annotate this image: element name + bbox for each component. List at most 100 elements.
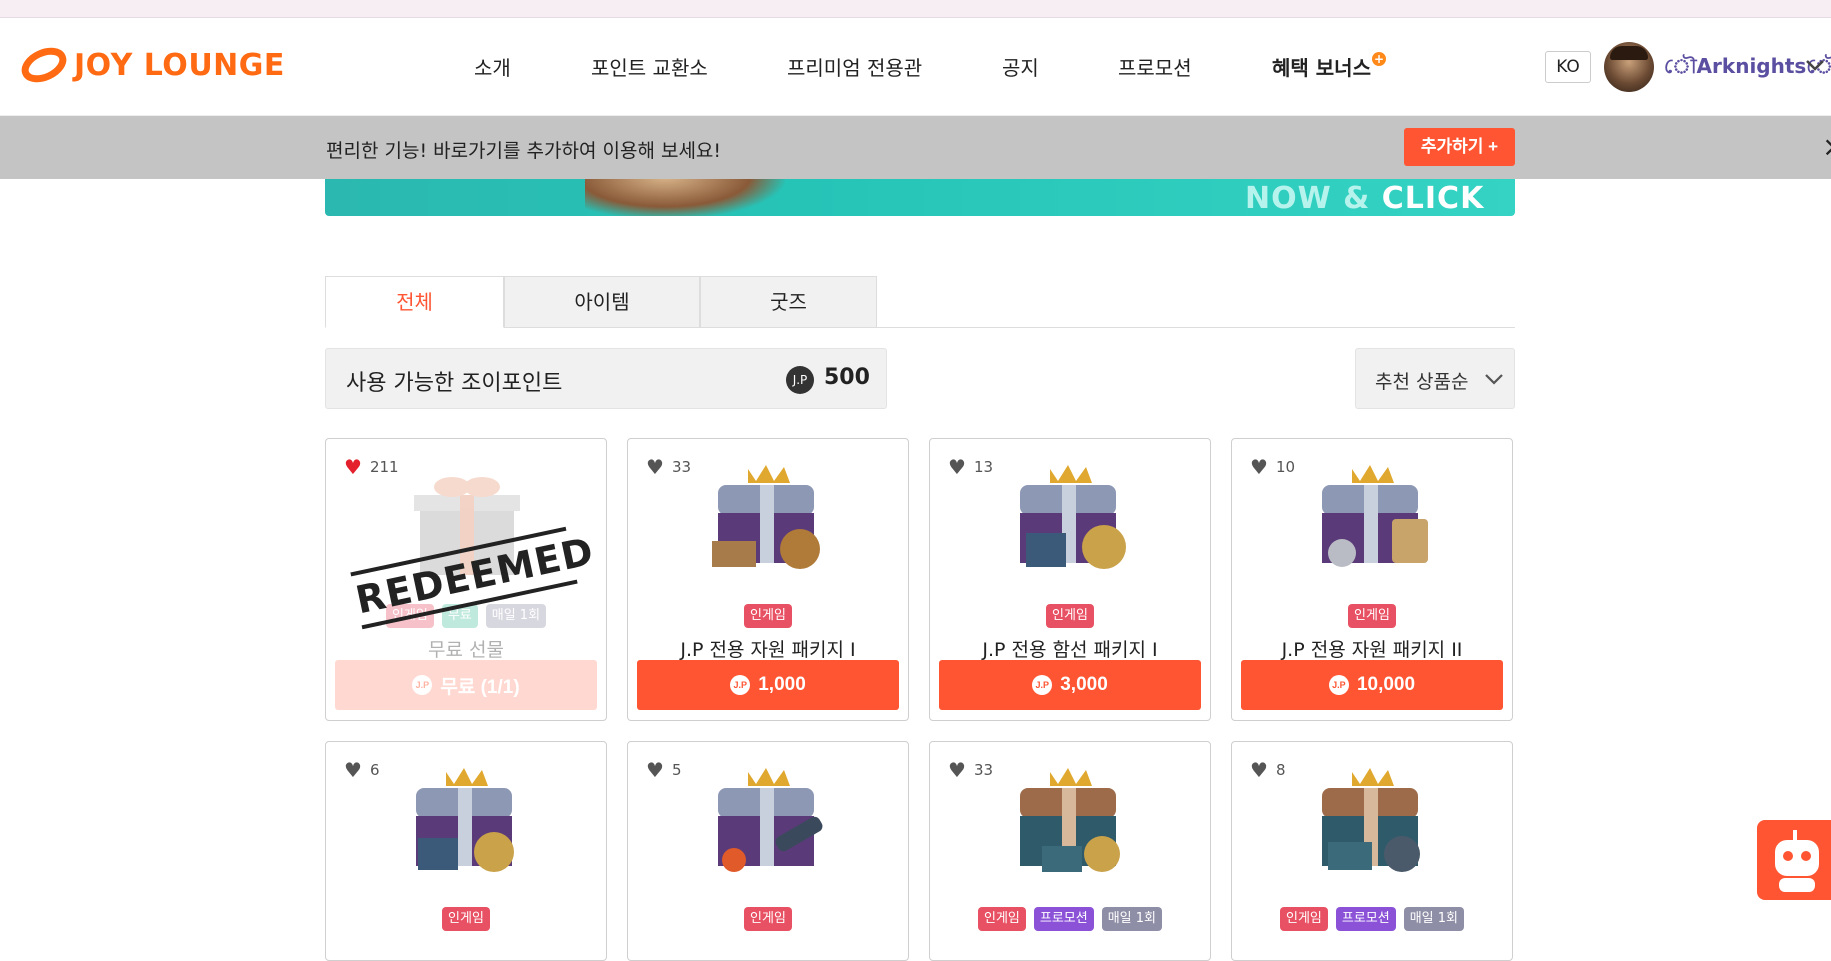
- tag-promotion: 프로모션: [1335, 907, 1396, 931]
- heart-icon: ♥: [1250, 758, 1268, 782]
- jp-coin-icon: J.P: [786, 366, 814, 394]
- product-card[interactable]: ♥ 13 인게임 J.P 전용 함선 패키지 I J.P 3,000: [929, 438, 1211, 721]
- product-name: J.P 전용 자원 패키지 I: [680, 639, 856, 661]
- like-count: 10: [1275, 458, 1296, 476]
- product-card[interactable]: ♥ 10 인게임 J.P 전용 자원 패키지 II J.P 10,000: [1231, 438, 1513, 721]
- tag-ingame: 인게임: [1046, 604, 1094, 628]
- like-button[interactable]: ♥ 6: [344, 760, 379, 780]
- like-button[interactable]: ♥ 5: [646, 760, 681, 780]
- tag-ingame: 인게임: [744, 604, 792, 628]
- product-tags: 인게임: [326, 907, 606, 931]
- category-tabs: 전체 아이템 굿즈: [325, 276, 877, 328]
- nav-premium[interactable]: 프리미엄 전용관: [787, 52, 922, 81]
- like-button[interactable]: ♥ 13: [948, 457, 993, 477]
- nav-promotion[interactable]: 프로모션: [1118, 52, 1192, 81]
- like-count: 33: [671, 458, 692, 476]
- redeem-button[interactable]: J.P 무료 (1/1): [335, 660, 597, 710]
- bonus-plus-icon: +: [1371, 52, 1386, 66]
- tag-daily: 매일 1회: [485, 604, 547, 628]
- product-card[interactable]: ♥ 5 인게임: [627, 741, 909, 961]
- heart-icon: ♥: [948, 455, 966, 479]
- hero-text-light: NOW &: [1245, 181, 1382, 216]
- nav-point-exchange[interactable]: 포인트 교환소: [591, 52, 708, 81]
- tab-divider: [875, 327, 1515, 328]
- hero-text: NOW & CLICK: [1245, 181, 1484, 216]
- product-tags: 인게임: [1232, 604, 1512, 628]
- add-shortcut-button[interactable]: 추가하기 +: [1404, 128, 1515, 166]
- like-count: 6: [369, 761, 380, 779]
- product-name: 무료 선물: [428, 639, 504, 661]
- jp-coin-icon: J.P: [1328, 675, 1349, 695]
- product-tags: 인게임 프로모션 매일 1회: [1232, 907, 1512, 931]
- price-label: 3,000: [1060, 674, 1108, 695]
- like-button[interactable]: ♥ 8: [1250, 760, 1285, 780]
- sort-dropdown[interactable]: 추천 상품순: [1355, 348, 1515, 409]
- heart-icon: ♥: [646, 758, 664, 782]
- product-card[interactable]: ♥ 211 인게임 무료 매일 1회 무료 선물 REDEEMED J.P 무료…: [325, 438, 607, 721]
- heart-icon: ♥: [344, 758, 362, 782]
- hero-banner[interactable]: NOW & CLICK: [325, 179, 1515, 216]
- heart-icon: ♥: [948, 758, 966, 782]
- logo-text: JOY LOUNGE: [74, 47, 285, 83]
- nav-intro[interactable]: 소개: [474, 52, 511, 81]
- tag-ingame: 인게임: [977, 907, 1026, 931]
- product-card[interactable]: ♥ 6 인게임: [325, 741, 607, 961]
- nav-bonus[interactable]: 혜택 보너스 +: [1272, 52, 1386, 81]
- sort-label: 추천 상품순: [1375, 371, 1469, 393]
- product-name: J.P 전용 자원 패키지 II: [1281, 639, 1463, 661]
- treasure-chest-image: [1020, 768, 1120, 872]
- treasure-chest-image: [712, 465, 820, 569]
- points-value: 500: [824, 365, 870, 390]
- treasure-chest-image: [1322, 768, 1420, 872]
- heart-icon: ♥: [646, 455, 664, 479]
- nav-bonus-label: 혜택 보너스: [1272, 56, 1371, 80]
- nav-notice[interactable]: 공지: [1002, 52, 1039, 81]
- chevron-down-icon: [1485, 374, 1503, 385]
- tag-daily: 매일 1회: [1403, 907, 1465, 931]
- hero-text-bold: CLICK: [1381, 181, 1485, 216]
- heart-icon: ♥: [1250, 455, 1268, 479]
- buy-button[interactable]: J.P 3,000: [939, 660, 1201, 710]
- chatbot-button[interactable]: [1757, 820, 1831, 900]
- like-button[interactable]: ♥ 10: [1250, 457, 1295, 477]
- tag-daily: 매일 1회: [1101, 907, 1163, 931]
- robot-icon: [1775, 830, 1819, 892]
- like-count: 211: [369, 458, 399, 476]
- joy-lounge-logo[interactable]: JOY LOUNGE: [20, 46, 285, 84]
- chevron-down-icon[interactable]: [1805, 58, 1825, 72]
- buy-button[interactable]: J.P 10,000: [1241, 660, 1503, 710]
- site-header: JOY LOUNGE 소개 포인트 교환소 프리미엄 전용관 공지 프로모션 혜…: [0, 18, 1831, 116]
- like-count: 33: [973, 761, 994, 779]
- jp-coin-icon: J.P: [1032, 675, 1053, 695]
- avatar[interactable]: [1604, 42, 1654, 92]
- tab-goods[interactable]: 굿즈: [700, 276, 877, 328]
- price-label: 무료 (1/1): [440, 676, 520, 698]
- tag-promotion: 프로모션: [1033, 907, 1094, 931]
- tag-ingame: 인게임: [1279, 907, 1328, 931]
- browser-strip: [0, 0, 1831, 18]
- treasure-chest-image: [1020, 465, 1126, 569]
- tag-ingame: 인게임: [744, 907, 792, 931]
- treasure-chest-image: [718, 768, 823, 872]
- tab-all[interactable]: 전체: [325, 276, 504, 328]
- product-tags: 인게임 프로모션 매일 1회: [930, 907, 1210, 931]
- heart-icon: ♥: [344, 455, 362, 479]
- like-button[interactable]: ♥ 211: [344, 457, 399, 477]
- points-label: 사용 가능한 조이포인트: [346, 371, 563, 396]
- close-icon[interactable]: ×: [1822, 132, 1831, 162]
- jp-coin-icon: J.P: [412, 675, 433, 695]
- product-card[interactable]: ♥ 8 인게임 프로모션 매일 1회: [1231, 741, 1513, 961]
- tab-items[interactable]: 아이템: [504, 276, 700, 328]
- product-tags: 인게임: [930, 604, 1210, 628]
- hero-character-image: [585, 179, 785, 216]
- like-count: 8: [1275, 761, 1286, 779]
- language-button[interactable]: KO: [1545, 51, 1591, 83]
- shortcut-banner: 편리한 기능! 바로가기를 추가하여 이용해 보세요! 추가하기 + ×: [0, 116, 1831, 179]
- logo-ring-icon: [21, 47, 67, 83]
- product-card[interactable]: ♥ 33 인게임 프로모션 매일 1회: [929, 741, 1211, 961]
- like-button[interactable]: ♥ 33: [948, 760, 993, 780]
- like-button[interactable]: ♥ 33: [646, 457, 691, 477]
- treasure-chest-image: [416, 768, 514, 872]
- product-card[interactable]: ♥ 33 인게임 J.P 전용 자원 패키지 I J.P 1,000: [627, 438, 909, 721]
- buy-button[interactable]: J.P 1,000: [637, 660, 899, 710]
